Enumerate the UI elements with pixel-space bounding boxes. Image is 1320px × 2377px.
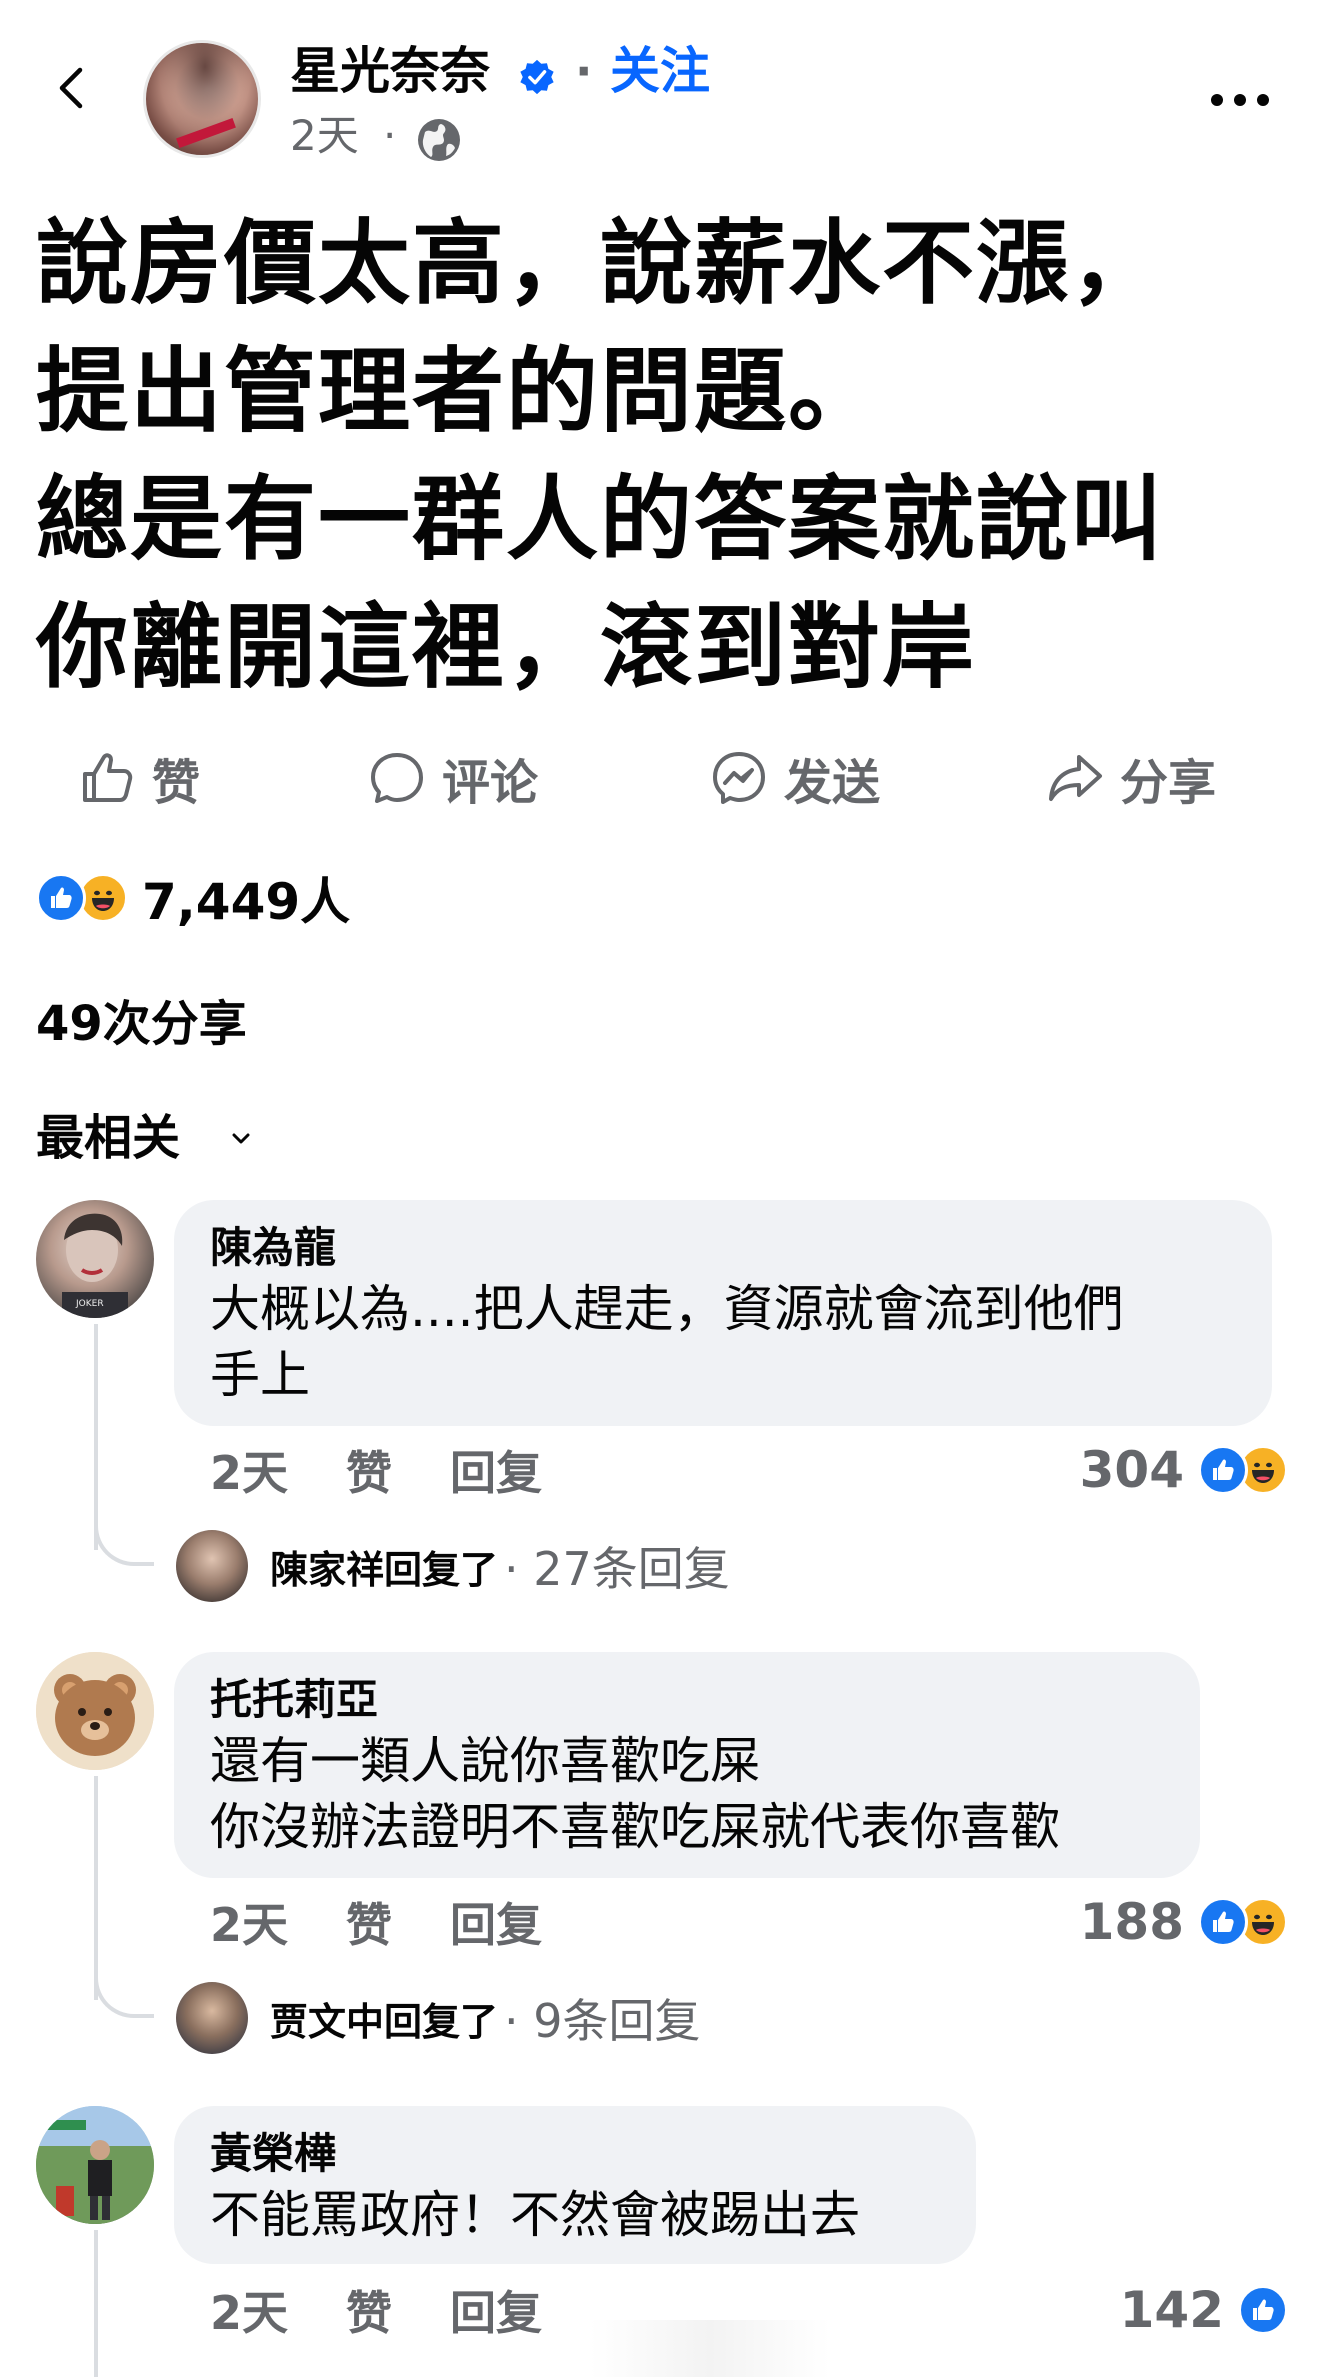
messenger-icon xyxy=(713,752,765,804)
comment-reaction-count: 142 xyxy=(1119,2281,1224,2339)
comment-timestamp[interactable]: 2天 xyxy=(210,2277,288,2343)
comment-meta: 2天 赞 回复 xyxy=(210,1440,600,1500)
comment-button[interactable]: 评论 xyxy=(368,746,539,811)
reply-author-avatar xyxy=(176,1530,248,1602)
reply-count: · 9条回复 xyxy=(504,1994,701,2048)
comment-timestamp[interactable]: 2天 xyxy=(210,1889,288,1955)
comment-reactions[interactable]: 142 xyxy=(1120,2280,1288,2340)
more-options-icon[interactable] xyxy=(1205,88,1275,112)
send-button[interactable]: 发送 xyxy=(710,746,881,811)
reply-author-label: 贾文中回复了 xyxy=(270,1999,499,2044)
thread-line xyxy=(94,2230,98,2377)
timestamp-dot: · xyxy=(383,111,397,160)
post-line: 你離開這裡，滾到對岸 xyxy=(36,594,977,701)
comment-text: 你沒辦法證明不喜歡吃屎就代表你喜歡 xyxy=(210,1798,1060,1856)
reply-count: · 27条回复 xyxy=(504,1542,730,1596)
author-name[interactable]: 星光奈奈 xyxy=(290,40,490,102)
reactions-summary[interactable]: 7,449人 xyxy=(36,868,350,931)
comment-text: 手上 xyxy=(210,1346,310,1404)
comment-like-button[interactable]: 赞 xyxy=(346,2277,392,2343)
like-reaction-icon xyxy=(1198,1445,1248,1495)
comment-text: 還有一類人說你喜歡吃屎 xyxy=(210,1732,760,1790)
verified-badge-icon xyxy=(520,59,554,95)
commenter-name[interactable]: 陳為龍 xyxy=(210,1220,1236,1276)
comment-like-button[interactable]: 赞 xyxy=(346,1889,392,1955)
share-label: 分享 xyxy=(1120,755,1217,811)
thumbs-up-icon xyxy=(83,753,133,802)
share-button[interactable]: 分享 xyxy=(1046,746,1217,811)
commenter-name[interactable]: 黃榮樺 xyxy=(210,2126,940,2182)
back-chevron-icon[interactable] xyxy=(50,66,94,110)
comment-reply-button[interactable]: 回复 xyxy=(450,1437,542,1503)
commenter-name[interactable]: 托托莉亞 xyxy=(210,1672,1164,1728)
comment-like-button[interactable]: 赞 xyxy=(346,1437,392,1503)
post-line: 提出管理者的問題。 xyxy=(36,338,883,445)
comment-meta: 2天 赞 回复 xyxy=(210,1892,600,1952)
comment-label: 评论 xyxy=(442,755,539,811)
reply-author-avatar xyxy=(176,1982,248,2054)
commenter-avatar[interactable] xyxy=(36,2106,154,2224)
svg-text:JOKER: JOKER xyxy=(75,1299,104,1309)
comment-text: 不能罵政府！不然會被踢出去 xyxy=(210,2186,860,2244)
post-line: 總是有一群人的答案就說叫 xyxy=(36,466,1165,573)
share-arrow-icon xyxy=(1049,755,1102,801)
author-avatar[interactable] xyxy=(143,40,261,158)
comment-bubble[interactable]: 陳為龍 大概以為....把人趕走，資源就會流到他們 手上 xyxy=(174,1200,1272,1426)
comment-bubble[interactable]: 黃榮樺 不能罵政府！不然會被踢出去 xyxy=(174,2106,976,2264)
comment-timestamp[interactable]: 2天 xyxy=(210,1437,288,1503)
comment-reactions[interactable]: 304 xyxy=(1080,1440,1288,1500)
thread-connector xyxy=(94,1962,154,2018)
thread-connector xyxy=(94,1510,154,1566)
send-label: 发送 xyxy=(784,755,881,811)
comment-meta: 2天 赞 回复 xyxy=(210,2280,600,2340)
like-label: 赞 xyxy=(152,755,201,811)
separator-dot: · xyxy=(575,44,593,98)
view-replies-link[interactable]: 陳家祥回复了 · 27条回复 xyxy=(176,1530,730,1602)
comment-text: 大概以為....把人趕走，資源就會流到他們 xyxy=(210,1280,1124,1338)
commenter-avatar[interactable]: JOKER xyxy=(36,1200,154,1318)
follow-button[interactable]: 关注 xyxy=(610,40,710,102)
like-reaction-icon xyxy=(1198,1897,1248,1947)
like-button[interactable]: 赞 xyxy=(78,746,201,811)
reply-author-label: 陳家祥回复了 xyxy=(270,1547,499,1592)
home-indicator xyxy=(590,2320,830,2377)
comment-reply-button[interactable]: 回复 xyxy=(450,1889,542,1955)
post-timestamp[interactable]: 2天 xyxy=(290,108,359,164)
share-count[interactable]: 49次分享 xyxy=(36,994,247,1054)
like-reaction-icon xyxy=(36,873,86,923)
view-replies-link[interactable]: 贾文中回复了 · 9条回复 xyxy=(176,1982,701,2054)
comment-bubble-icon xyxy=(371,753,423,803)
comment-reaction-count: 188 xyxy=(1079,1893,1184,1951)
comment-sort-dropdown[interactable]: 最相关 xyxy=(36,1108,180,1168)
commenter-avatar[interactable] xyxy=(36,1652,154,1770)
post-body: 說房價太高，說薪水不漲， 提出管理者的問題。 總是有一群人的答案就說叫 你離開這… xyxy=(36,200,1296,712)
reaction-count: 7,449人 xyxy=(142,873,351,931)
globe-icon xyxy=(418,119,460,161)
post-line: 說房價太高，說薪水不漲， xyxy=(36,210,1165,317)
comment-reactions[interactable]: 188 xyxy=(1080,1892,1288,1952)
comment-reply-button[interactable]: 回复 xyxy=(450,2277,542,2343)
like-reaction-icon xyxy=(1238,2285,1288,2335)
comment-reaction-count: 304 xyxy=(1079,1441,1184,1499)
chevron-down-icon[interactable] xyxy=(228,1126,254,1152)
comment-bubble[interactable]: 托托莉亞 還有一類人說你喜歡吃屎 你沒辦法證明不喜歡吃屎就代表你喜歡 xyxy=(174,1652,1200,1878)
